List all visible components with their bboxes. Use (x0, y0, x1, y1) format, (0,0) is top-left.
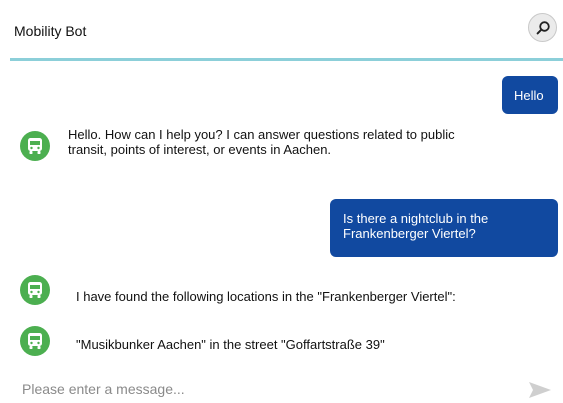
bot-message: I have found the following locations in … (76, 289, 556, 304)
bus-icon (28, 282, 42, 298)
message-text: Hello. How can I help you? I can answer … (68, 127, 455, 142)
header: Mobility Bot (0, 0, 563, 61)
user-message-bubble: Hello (502, 76, 558, 114)
chat-app: Mobility Bot Hello Hello. How can I help… (0, 0, 563, 403)
header-divider (10, 58, 563, 61)
search-icon (536, 20, 550, 34)
user-message-bubble: Is there a nightclub in the Frankenberge… (330, 199, 558, 257)
bot-message: "Musikbunker Aachen" in the street "Goff… (76, 337, 556, 352)
bot-avatar (20, 131, 50, 161)
send-icon (529, 382, 551, 398)
message-composer (0, 372, 563, 403)
bot-avatar (20, 326, 50, 356)
message-text: "Musikbunker Aachen" in the street "Goff… (76, 337, 385, 352)
message-text: Hello (514, 88, 544, 103)
bus-icon (28, 333, 42, 349)
message-text: transit, points of interest, or events i… (68, 142, 332, 157)
message-text: Frankenberger Viertel? (343, 226, 476, 241)
app-title: Mobility Bot (14, 23, 87, 39)
bot-avatar (20, 275, 50, 305)
search-button[interactable] (528, 13, 557, 42)
send-button[interactable] (527, 380, 553, 400)
message-text: Is there a nightclub in the (343, 211, 489, 226)
bot-message: Hello. How can I help you? I can answer … (68, 127, 548, 157)
message-text: I have found the following locations in … (76, 289, 456, 304)
message-input[interactable] (12, 378, 502, 400)
bus-icon (28, 138, 42, 154)
